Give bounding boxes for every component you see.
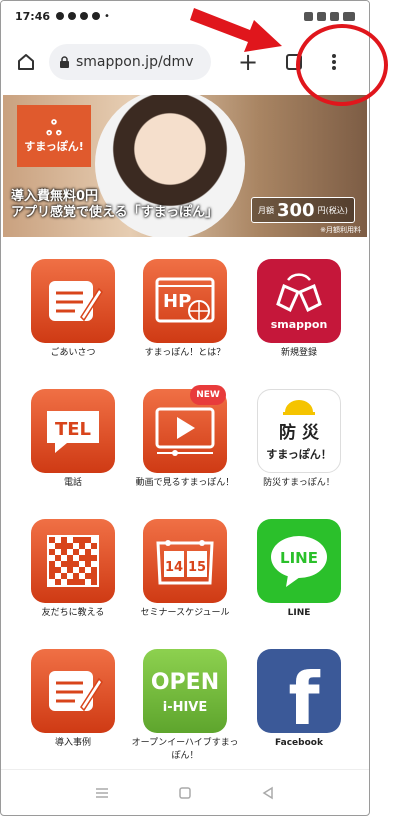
smappon-mark-icon: ஃ [46, 116, 62, 140]
hp-web-icon: HP [143, 259, 227, 343]
new-badge: NEW [190, 385, 226, 405]
menu-item-open-ihive[interactable]: OPEN i-HIVE オープンイーハイブすまっぽん！ [130, 649, 240, 763]
menu-item-phone[interactable]: TEL 電話 [18, 389, 128, 490]
menu-label: LINE [287, 608, 311, 618]
lock-icon [59, 55, 70, 69]
smappon-text: smappon [271, 318, 328, 331]
mute-icon [304, 11, 313, 21]
more-notifications-icon: • [104, 10, 110, 22]
open-text: OPEN [151, 670, 219, 695]
home-nav-button[interactable] [173, 781, 197, 805]
greeting-letter-icon [31, 259, 115, 343]
menu-label: すまっぽん！とは？ [144, 348, 226, 358]
home-button[interactable] [11, 47, 41, 77]
qr-code-icon [31, 519, 115, 603]
system-status-icons [304, 11, 355, 21]
address-bar[interactable]: smappon.jp/dmv [49, 44, 211, 80]
ihive-text: i-HIVE [163, 700, 208, 715]
banner-caption: ※月額利用料 [320, 226, 361, 234]
notification-icons: • [56, 11, 110, 22]
banner-logo: ஃ すまっぽん! [17, 105, 91, 167]
smappon-logo-icon: smappon [257, 259, 341, 343]
menu-item-facebook[interactable]: f Facebook [244, 649, 354, 750]
open-ihive-icon: OPEN i-HIVE [143, 649, 227, 733]
calendar-icon: 14 15 [143, 519, 227, 603]
phone-screen: 17:46 • smappon.jp/dmv + ஃ すまっぽん! 導入費無料0… [0, 0, 370, 816]
banner-headline-line1: 導入費無料0円 [11, 189, 99, 204]
battery-icon [343, 11, 355, 21]
menu-label: 新規登録 [280, 348, 317, 358]
menu-item-register[interactable]: smappon 新規登録 [244, 259, 354, 360]
tel-icon: TEL [31, 389, 115, 473]
signal-icon [330, 11, 339, 21]
price-value: 300 [277, 199, 315, 221]
price-suffix: 円(税込) [317, 205, 348, 215]
menu-item-greeting[interactable]: ごあいさつ [18, 259, 128, 360]
back-nav-button[interactable] [256, 781, 280, 805]
menu-item-case-study[interactable]: 導入事例 [18, 649, 128, 750]
menu-label: 動画で見るすまっぽん！ [135, 478, 235, 488]
back-triangle-icon [262, 786, 273, 799]
banner-headline-line2: アプリ感覚で使える「すまっぽん」 [11, 205, 219, 220]
banner-headline: 導入費無料0円 アプリ感覚で使える「すまっぽん」 [11, 189, 251, 221]
recents-button[interactable] [90, 781, 114, 805]
menu-item-disaster[interactable]: 防 災すまっぽん！ 防災すまっぽん！ [244, 389, 354, 490]
menu-item-line[interactable]: LINE LINE [244, 519, 354, 620]
menu-label: 防災すまっぽん！ [263, 478, 335, 488]
menu-label: Facebook [275, 738, 323, 748]
price-prefix: 月額 [258, 205, 274, 215]
notification-icon [68, 12, 77, 20]
menu-item-about[interactable]: HP すまっぽん！とは？ [130, 259, 240, 360]
tel-text: TEL [55, 419, 91, 440]
menu-label: 電話 [63, 478, 82, 488]
home-icon [18, 54, 34, 70]
wifi-icon [317, 11, 326, 21]
status-time: 17:46 [15, 9, 51, 23]
price-box: 月額 300 円(税込) [251, 197, 355, 223]
line-icon: LINE [257, 519, 341, 603]
line-text: LINE [280, 549, 318, 567]
square-home-icon [179, 786, 191, 799]
banner-logo-text: すまっぽん! [24, 140, 84, 153]
system-nav-bar [1, 769, 369, 815]
menu-item-video[interactable]: NEW 動画で見るすまっぽん！ [130, 385, 240, 490]
facebook-f: f [288, 657, 320, 728]
disaster-subtext: すまっぽん！ [266, 447, 332, 461]
status-bar: 17:46 • [1, 1, 369, 31]
menu-label: 導入事例 [54, 738, 91, 748]
url-text: smappon.jp/dmv [76, 54, 194, 70]
menu-label: 友だちに教える [41, 608, 105, 618]
notification-icon [92, 12, 101, 20]
svg-text:HP: HP [163, 291, 191, 312]
disaster-text: 防 災 [279, 422, 320, 443]
case-study-letter-icon [31, 649, 115, 733]
annotation-circle [296, 24, 388, 106]
disaster-prevention-icon: 防 災すまっぽん！ [257, 389, 341, 473]
menu-label: セミナースケジュール [140, 608, 230, 618]
calendar-day-1: 14 [165, 560, 183, 575]
menu-label: ごあいさつ [50, 348, 96, 358]
promo-banner[interactable]: ஃ すまっぽん! 導入費無料0円 アプリ感覚で使える「すまっぽん」 月額 300… [3, 95, 367, 237]
calendar-day-2: 15 [188, 560, 206, 575]
notification-icon [80, 12, 89, 20]
facebook-icon: f [257, 649, 341, 733]
menu-lines-icon [96, 787, 109, 798]
menu-label: オープンイーハイブすまっぽん！ [131, 738, 239, 761]
menu-item-seminar[interactable]: 14 15 セミナースケジュール [130, 519, 240, 620]
menu-item-tell-friends[interactable]: 友だちに教える [18, 519, 128, 620]
annotation-arrow-icon [190, 8, 282, 52]
notification-icon [56, 12, 65, 20]
